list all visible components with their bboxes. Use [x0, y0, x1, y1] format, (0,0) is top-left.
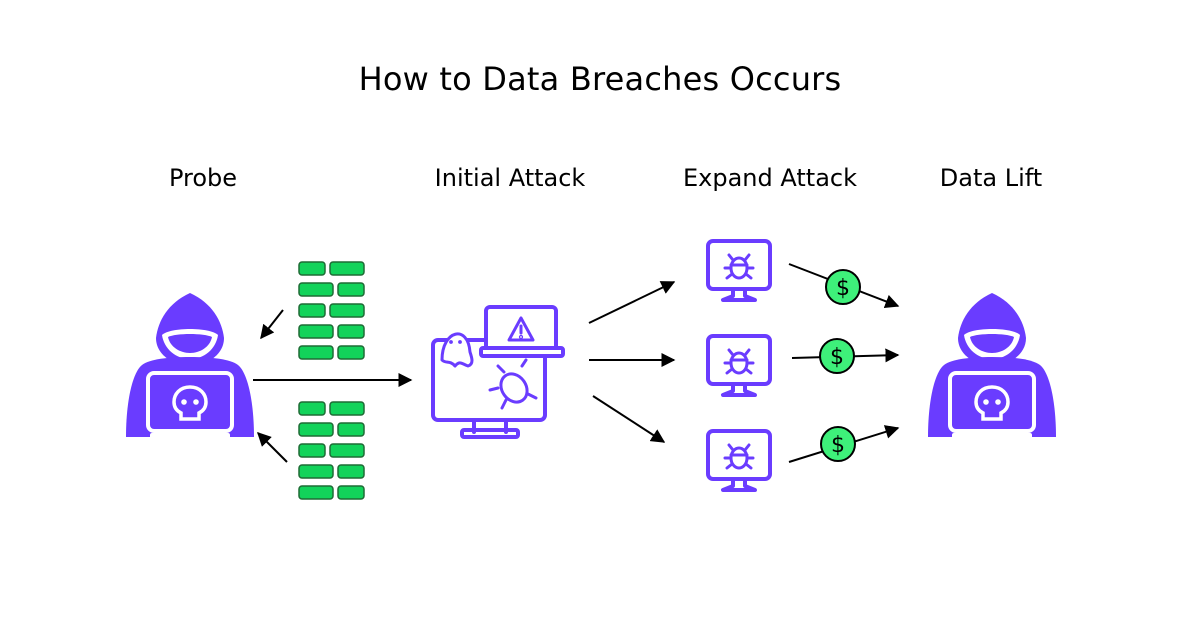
probe-arrow-out: [257, 432, 288, 463]
probe-arrow-in: [260, 309, 284, 340]
diagram-canvas: $: [124, 239, 1058, 500]
dollar-coin-icon-2: [819, 338, 855, 374]
data-lift-hacker-icon: [926, 291, 1058, 441]
bug-monitor-icon-1: [706, 239, 772, 302]
branch-arrow-top: [588, 281, 676, 324]
firewall-top-icon: [298, 261, 365, 360]
dollar-coin-icon-1: [825, 269, 861, 305]
bug-monitor-icon-2: [706, 334, 772, 397]
infected-computer-icon: [431, 305, 565, 439]
branch-arrow-bottom: [592, 395, 666, 443]
probe-hacker-icon: [124, 291, 256, 441]
dollar-coin-icon-3: [820, 426, 856, 462]
firewall-bottom-icon: [298, 401, 365, 500]
bug-monitor-icon-3: [706, 429, 772, 492]
